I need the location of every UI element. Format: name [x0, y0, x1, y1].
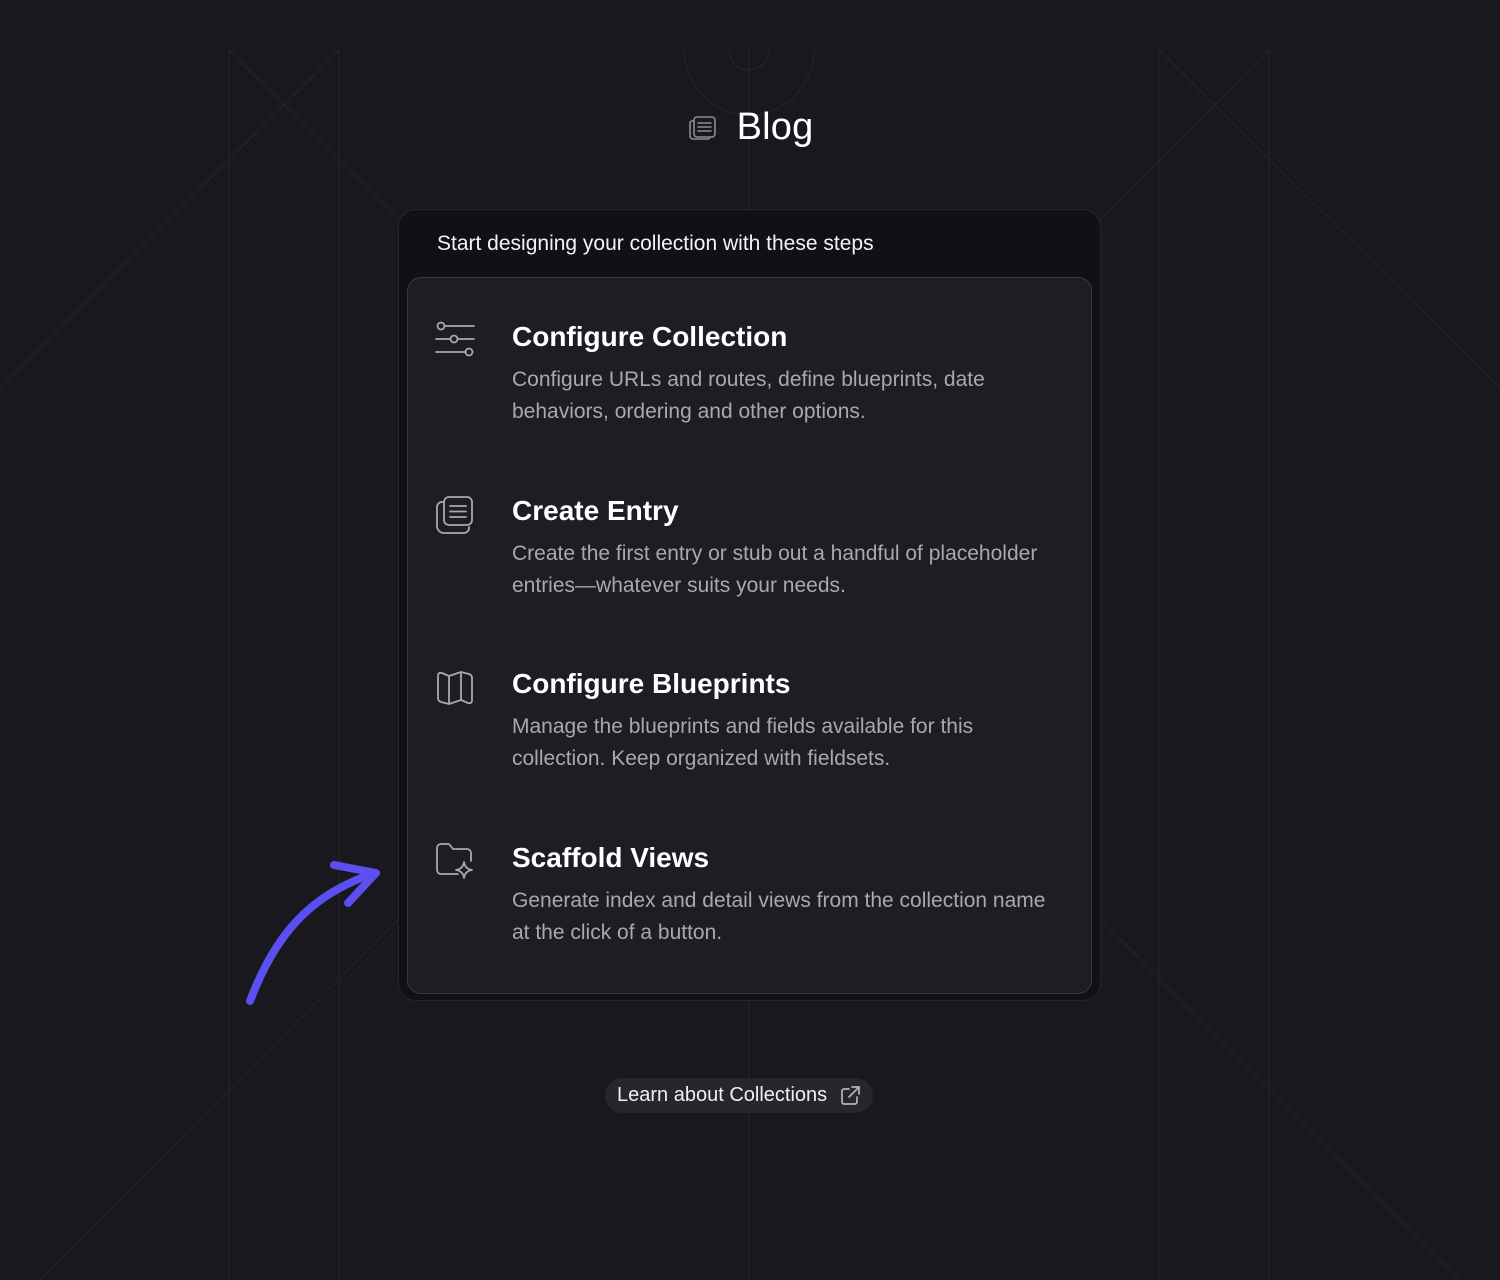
folder-sparkle-icon	[434, 841, 476, 883]
page-header: Blog	[0, 106, 1500, 149]
step-title[interactable]: Configure Collection	[512, 320, 787, 354]
page-title: Blog	[736, 106, 814, 148]
external-link-icon	[839, 1085, 861, 1107]
step-configure-collection[interactable]: Configure Collection Configure URLs and …	[408, 320, 1093, 470]
getting-started-card: Start designing your collection with the…	[398, 209, 1101, 1001]
sliders-icon	[434, 320, 476, 362]
step-description: Create the first entry or stub out a han…	[512, 542, 1038, 597]
map-icon	[434, 667, 476, 709]
step-title[interactable]: Create Entry	[512, 494, 679, 528]
card-intro: Start designing your collection with the…	[437, 232, 874, 255]
step-description: Configure URLs and routes, define bluepr…	[512, 368, 985, 423]
learn-about-collections-link[interactable]: Learn about Collections	[605, 1078, 874, 1113]
learn-link-label: Learn about Collections	[617, 1084, 828, 1106]
step-scaffold-views[interactable]: Scaffold Views Generate index and detail…	[408, 841, 1093, 991]
step-title[interactable]: Configure Blueprints	[512, 667, 790, 701]
steps-list: Configure Collection Configure URLs and …	[407, 277, 1092, 994]
entries-icon	[434, 494, 476, 536]
step-description: Manage the blueprints and fields availab…	[512, 715, 974, 770]
pointer-arrow-icon	[246, 861, 380, 1005]
collection-icon	[687, 112, 719, 144]
step-description: Generate index and detail views from the…	[512, 889, 1046, 944]
step-create-entry[interactable]: Create Entry Create the first entry or s…	[408, 494, 1093, 644]
step-configure-blueprints[interactable]: Configure Blueprints Manage the blueprin…	[408, 667, 1093, 817]
step-title[interactable]: Scaffold Views	[512, 841, 709, 875]
page: Blog Start designing your collection wit…	[0, 0, 1500, 1280]
